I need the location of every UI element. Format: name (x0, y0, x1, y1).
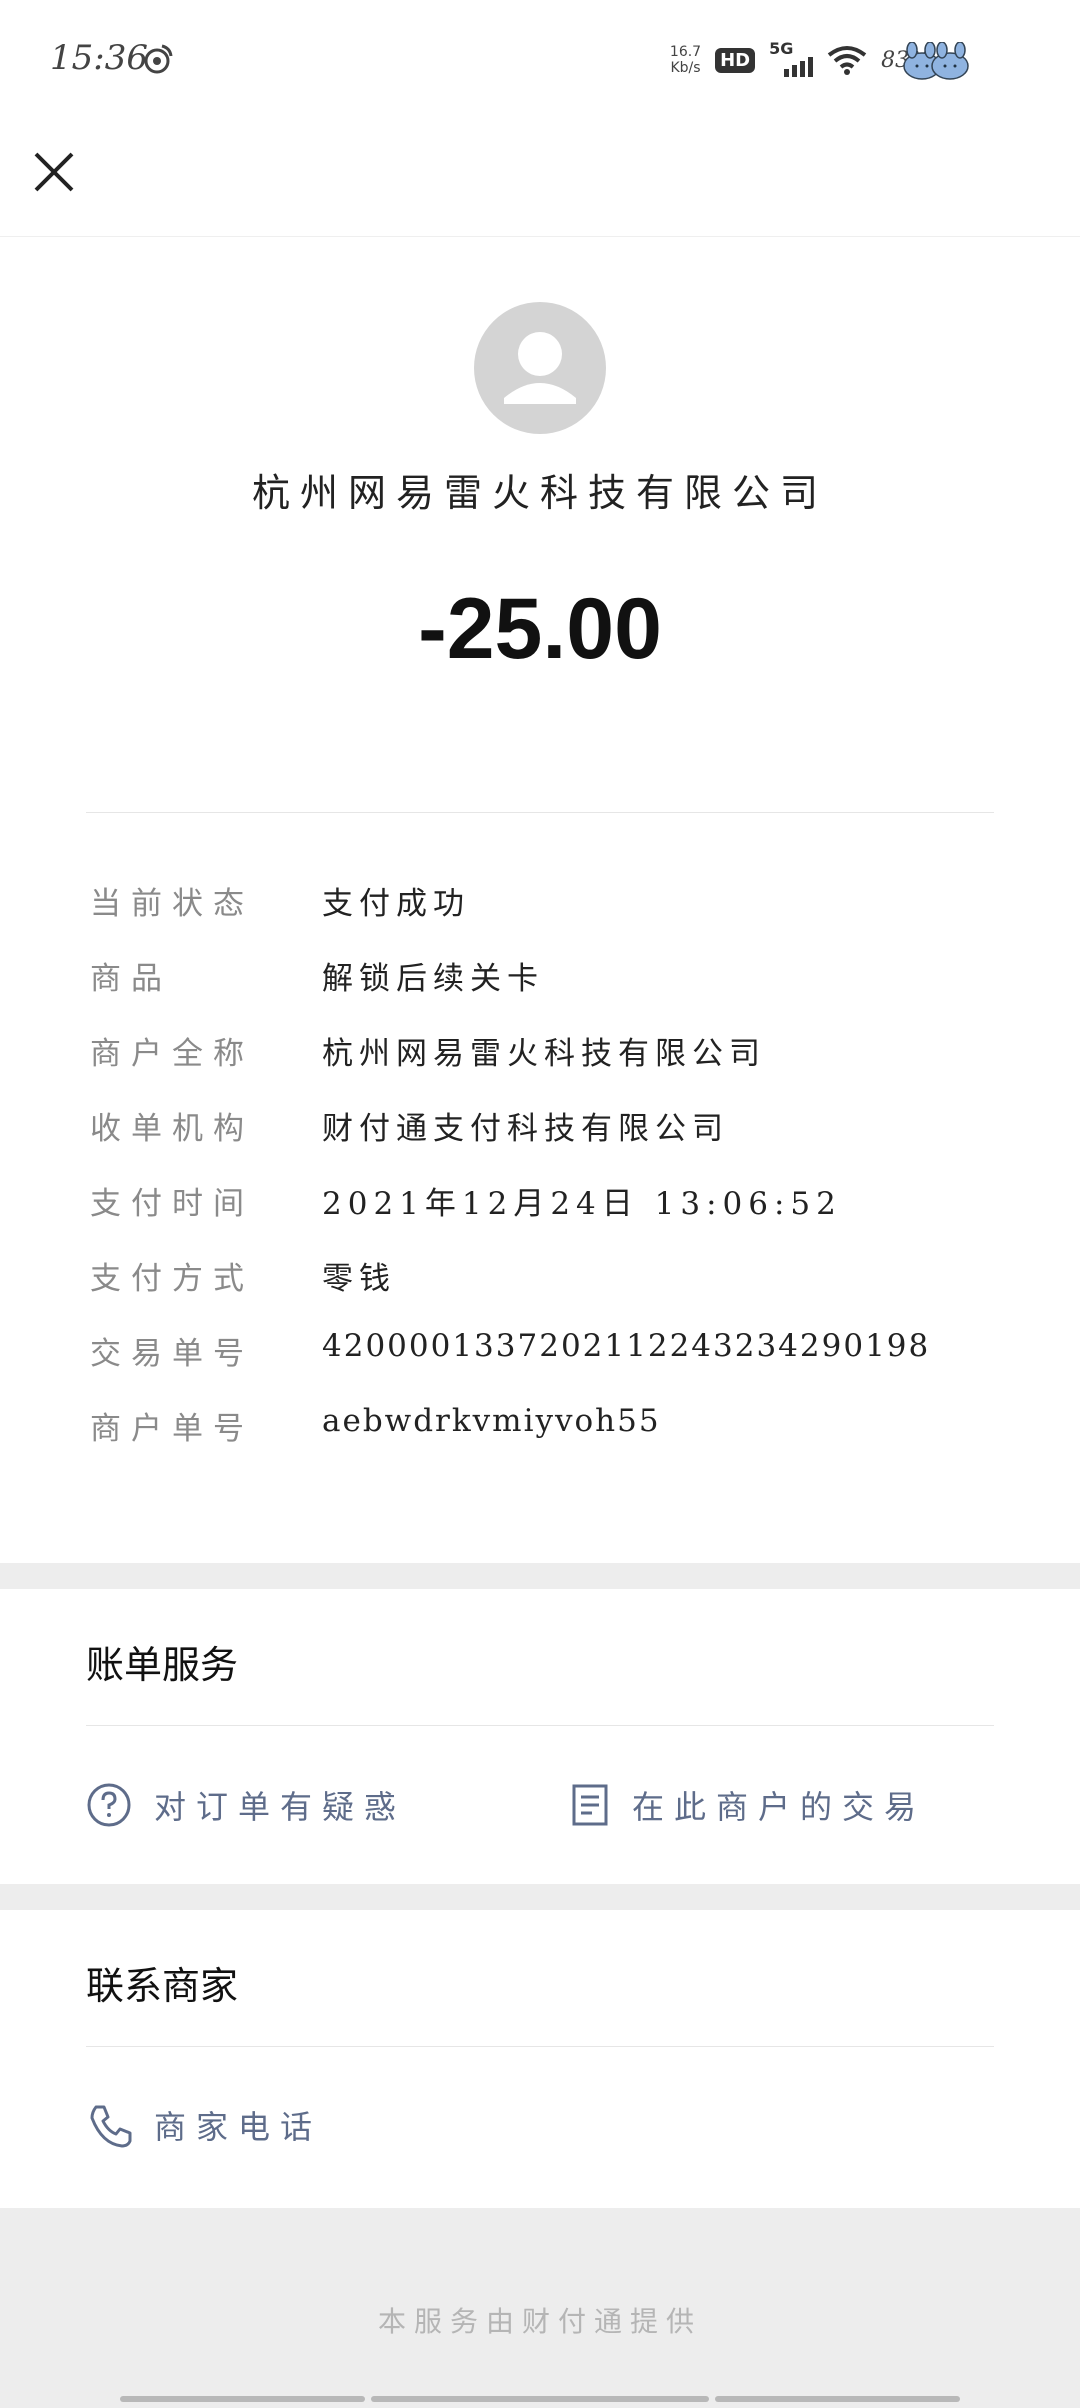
divider (86, 2046, 994, 2047)
detail-row-pay-time: 支付时间 2021年12月24日 13:06:52 (90, 1178, 990, 1238)
detail-value: 财付通支付科技有限公司 (322, 1111, 729, 1147)
detail-row-merchant-fullname: 商户全称 杭州网易雷火科技有限公司 (90, 1028, 990, 1088)
merchant-phone-label: 商家电话 (154, 2108, 323, 2146)
footer: 本服务由财付通提供 (0, 2208, 1080, 2408)
document-icon (572, 1784, 608, 1826)
section-separator (0, 1563, 1080, 1589)
phone-icon (90, 2105, 132, 2148)
detail-row-transaction-id: 交易单号 4200001337202112243234290198 (90, 1328, 990, 1388)
detail-label: 支付时间 (90, 1186, 254, 1222)
order-question-label: 对订单有疑惑 (154, 1788, 407, 1826)
person-icon (504, 332, 576, 404)
detail-row-pay-method: 支付方式 零钱 (90, 1253, 990, 1313)
detail-label: 当前状态 (90, 886, 254, 922)
payment-amount: -25.00 (418, 581, 662, 677)
detail-value: 杭州网易雷火科技有限公司 (322, 1036, 766, 1072)
detail-value[interactable]: aebwdrkvmiyvoh55 (322, 1403, 661, 1439)
status-bar: 15:36 16.7 Kb/s HD 5G 83% (0, 0, 1080, 120)
order-question-button[interactable]: 对订单有疑惑 (86, 1782, 406, 1828)
detail-label: 支付方式 (90, 1261, 254, 1297)
detail-value: 2021年12月24日 13:06:52 (322, 1186, 842, 1222)
divider (86, 812, 994, 813)
section-separator (0, 1884, 1080, 1910)
divider (86, 1725, 994, 1726)
status-time: 15:36 (50, 38, 148, 78)
signal-icon: 5G (769, 39, 814, 77)
net-speed: 16.7 Kb/s (670, 44, 701, 76)
detail-label: 收单机构 (90, 1111, 254, 1147)
bunny-sticker-icon (903, 42, 969, 80)
network-type: 5G (769, 39, 794, 58)
scroll-indicator (120, 2396, 960, 2404)
detail-label: 商户单号 (90, 1411, 254, 1447)
weibo-icon (144, 44, 173, 74)
detail-label: 交易单号 (90, 1336, 254, 1372)
header-bar (0, 120, 1080, 237)
merchant-phone-button[interactable]: 商家电话 (86, 2102, 322, 2148)
detail-row-status: 当前状态 支付成功 (90, 878, 990, 938)
detail-value: 零钱 (322, 1261, 396, 1297)
detail-row-product: 商品 解锁后续关卡 (90, 953, 990, 1013)
detail-label: 商户全称 (90, 1036, 254, 1072)
detail-value[interactable]: 4200001337202112243234290198 (322, 1328, 930, 1364)
contact-merchant-title: 联系商家 (86, 1964, 239, 2008)
merchant-transactions-label: 在此商户的交易 (632, 1788, 927, 1826)
footer-provider-text: 本服务由财付通提供 (377, 2305, 702, 2338)
merchant-avatar (474, 302, 606, 434)
merchant-name: 杭州网易雷火科技有限公司 (251, 471, 828, 515)
bill-service-title: 账单服务 (86, 1643, 239, 1687)
detail-value: 支付成功 (322, 886, 470, 922)
detail-label: 商品 (90, 961, 172, 997)
close-icon[interactable] (30, 148, 78, 196)
net-speed-value: 16.7 (669, 44, 702, 60)
hd-badge: HD (715, 47, 756, 73)
wifi-icon (827, 46, 867, 75)
net-speed-unit: Kb/s (670, 60, 701, 76)
detail-row-merchant-order-id: 商户单号 aebwdrkvmiyvoh55 (90, 1403, 990, 1463)
status-indicators: 16.7 Kb/s HD 5G 83% (670, 39, 930, 80)
question-circle-icon (87, 1783, 131, 1827)
detail-value: 解锁后续关卡 (322, 961, 544, 997)
detail-row-acquirer: 收单机构 财付通支付科技有限公司 (90, 1103, 990, 1163)
merchant-transactions-button[interactable]: 在此商户的交易 (570, 1782, 926, 1828)
